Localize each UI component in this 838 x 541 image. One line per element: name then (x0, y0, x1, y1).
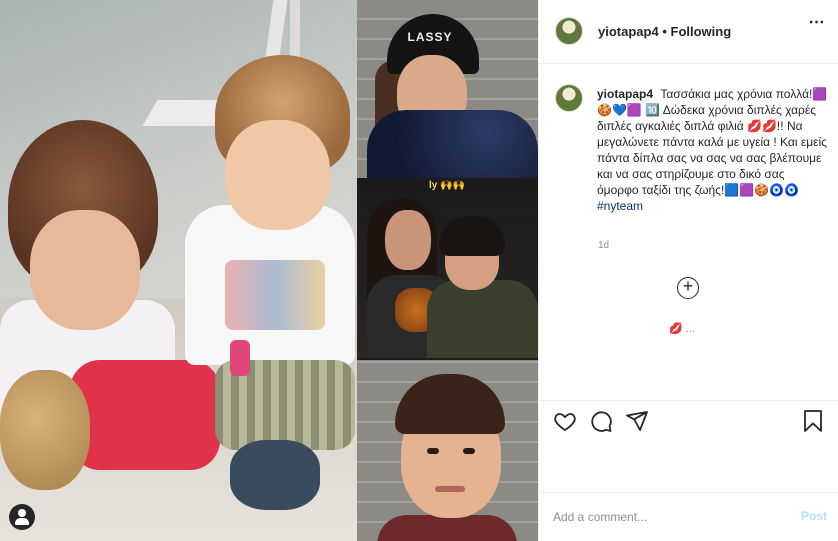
post-panel: yiotapap4 • Following ⋯ yiotapap4 Τασσάκ… (538, 0, 838, 541)
caption-username[interactable]: yiotapap4 (597, 87, 653, 101)
post-comment-button[interactable]: Post (801, 509, 827, 523)
load-more-comments-button[interactable]: + (677, 277, 699, 299)
hat-print: LASSY (407, 30, 453, 44)
caption-text-block: yiotapap4 Τασσάκια μας χρόνια πολλά!🟪🍪💙🟪… (597, 86, 829, 214)
caption-text: Τασσάκια μας χρόνια πολλά!🟪🍪💙🟪 🔟 Δώδεκα … (597, 87, 828, 197)
following-button[interactable]: Following (671, 24, 732, 39)
comment-icon[interactable] (589, 409, 615, 435)
paper-plane-icon[interactable] (625, 409, 651, 435)
action-bar (539, 400, 838, 444)
header-user-line: yiotapap4 • Following (598, 24, 731, 39)
photo-column-right: LASSY ly 🙌🙌 (357, 0, 538, 541)
partial-comment-row: 💋 ... (669, 323, 695, 335)
post-header: yiotapap4 • Following ⋯ (539, 0, 838, 64)
photo-label: ly 🙌🙌 (429, 180, 466, 191)
photo-girl-beanie: LASSY (357, 0, 538, 178)
photo-boy-smiling (357, 360, 538, 541)
header-username[interactable]: yiotapap4 (598, 24, 659, 39)
caption-area: yiotapap4 Τασσάκια μας χρόνια πολλά!🟪🍪💙🟪… (539, 64, 838, 394)
bookmark-icon[interactable] (801, 409, 827, 435)
photo-siblings: ly 🙌🙌 (357, 180, 538, 358)
post-timestamp[interactable]: 1d (598, 240, 609, 251)
comment-input[interactable] (553, 506, 773, 528)
doll-toy (0, 370, 90, 490)
more-options-icon[interactable]: ⋯ (807, 15, 827, 36)
heart-icon[interactable] (553, 409, 579, 435)
caption-avatar[interactable] (555, 84, 583, 112)
photo-two-toddlers (0, 0, 357, 541)
header-separator: • (662, 24, 667, 39)
avatar[interactable] (555, 17, 583, 45)
hashtag-link[interactable]: #nyteam (597, 199, 643, 213)
post-photo[interactable]: LASSY ly 🙌🙌 (0, 0, 538, 541)
comment-bar: Post (539, 492, 838, 541)
tagged-users-icon[interactable] (9, 504, 35, 530)
